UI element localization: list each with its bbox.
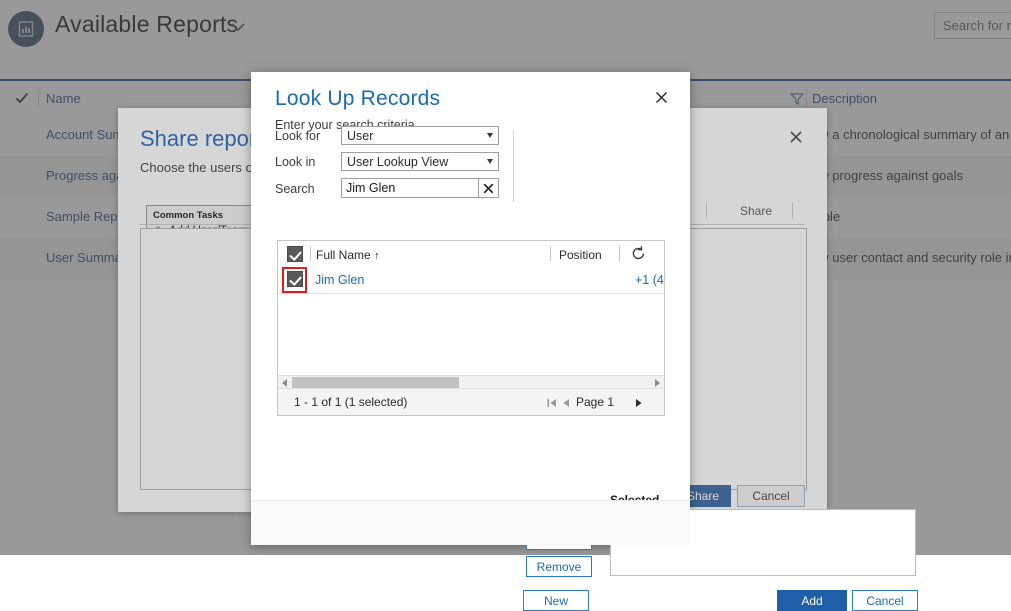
- sort-ascending-icon: ↑: [374, 250, 380, 262]
- scrollbar-thumb[interactable]: [292, 377, 459, 388]
- chevron-down-icon: [487, 133, 493, 138]
- search-label: Search: [275, 182, 315, 196]
- page-label: Page 1: [576, 395, 614, 409]
- arrow-left-icon[interactable]: [282, 379, 287, 387]
- column-header-full-name[interactable]: Full Name ↑: [316, 248, 380, 262]
- look-for-select[interactable]: User: [341, 126, 499, 145]
- look-in-value: User Lookup View: [347, 155, 448, 169]
- column-header-position[interactable]: Position: [559, 248, 602, 262]
- page-first-icon[interactable]: [546, 396, 558, 408]
- column-divider: [619, 246, 620, 261]
- results-pager: 1 - 1 of 1 (1 selected) Page 1: [278, 388, 664, 415]
- column-header-full-name-label: Full Name: [316, 248, 371, 262]
- field-section-divider: [513, 130, 514, 202]
- arrow-right-icon[interactable]: [655, 379, 660, 387]
- close-icon[interactable]: [651, 87, 671, 107]
- column-divider: [310, 246, 311, 261]
- search-input-value: Jim Glen: [346, 181, 395, 195]
- lookup-dialog-title: Look Up Records: [275, 87, 440, 111]
- look-for-label: Look for: [275, 129, 320, 143]
- remove-button[interactable]: Remove: [526, 556, 592, 577]
- cancel-button[interactable]: Cancel: [852, 590, 918, 611]
- new-button-label: New: [544, 594, 568, 608]
- horizontal-scrollbar[interactable]: [278, 375, 664, 389]
- dialog-footer: [251, 500, 690, 545]
- column-divider: [550, 246, 551, 261]
- result-extra-value: +1 (4: [635, 273, 664, 287]
- new-button[interactable]: New: [523, 590, 589, 611]
- search-input[interactable]: Jim Glen: [341, 178, 499, 198]
- checkbox-checked-icon[interactable]: [287, 246, 303, 262]
- page-next-icon[interactable]: [633, 396, 645, 408]
- look-in-label: Look in: [275, 155, 315, 169]
- refresh-icon[interactable]: [630, 245, 647, 262]
- chevron-down-icon: [487, 159, 493, 164]
- add-button[interactable]: Add: [777, 590, 847, 611]
- look-up-records-dialog: Look Up Records Enter your search criter…: [251, 72, 690, 545]
- highlight-annotation: [282, 267, 307, 293]
- look-in-select[interactable]: User Lookup View: [341, 152, 499, 171]
- look-for-value: User: [347, 129, 373, 143]
- record-count-label: 1 - 1 of 1 (1 selected): [294, 395, 407, 409]
- clear-search-icon[interactable]: [478, 179, 498, 197]
- lookup-results-grid: Full Name ↑ Position Jim Glen +1 (4: [277, 240, 665, 416]
- table-row[interactable]: Jim Glen +1 (4: [278, 267, 664, 294]
- page-prev-icon[interactable]: [560, 396, 572, 408]
- results-grid-header: Full Name ↑ Position: [278, 241, 664, 268]
- result-full-name[interactable]: Jim Glen: [315, 273, 364, 287]
